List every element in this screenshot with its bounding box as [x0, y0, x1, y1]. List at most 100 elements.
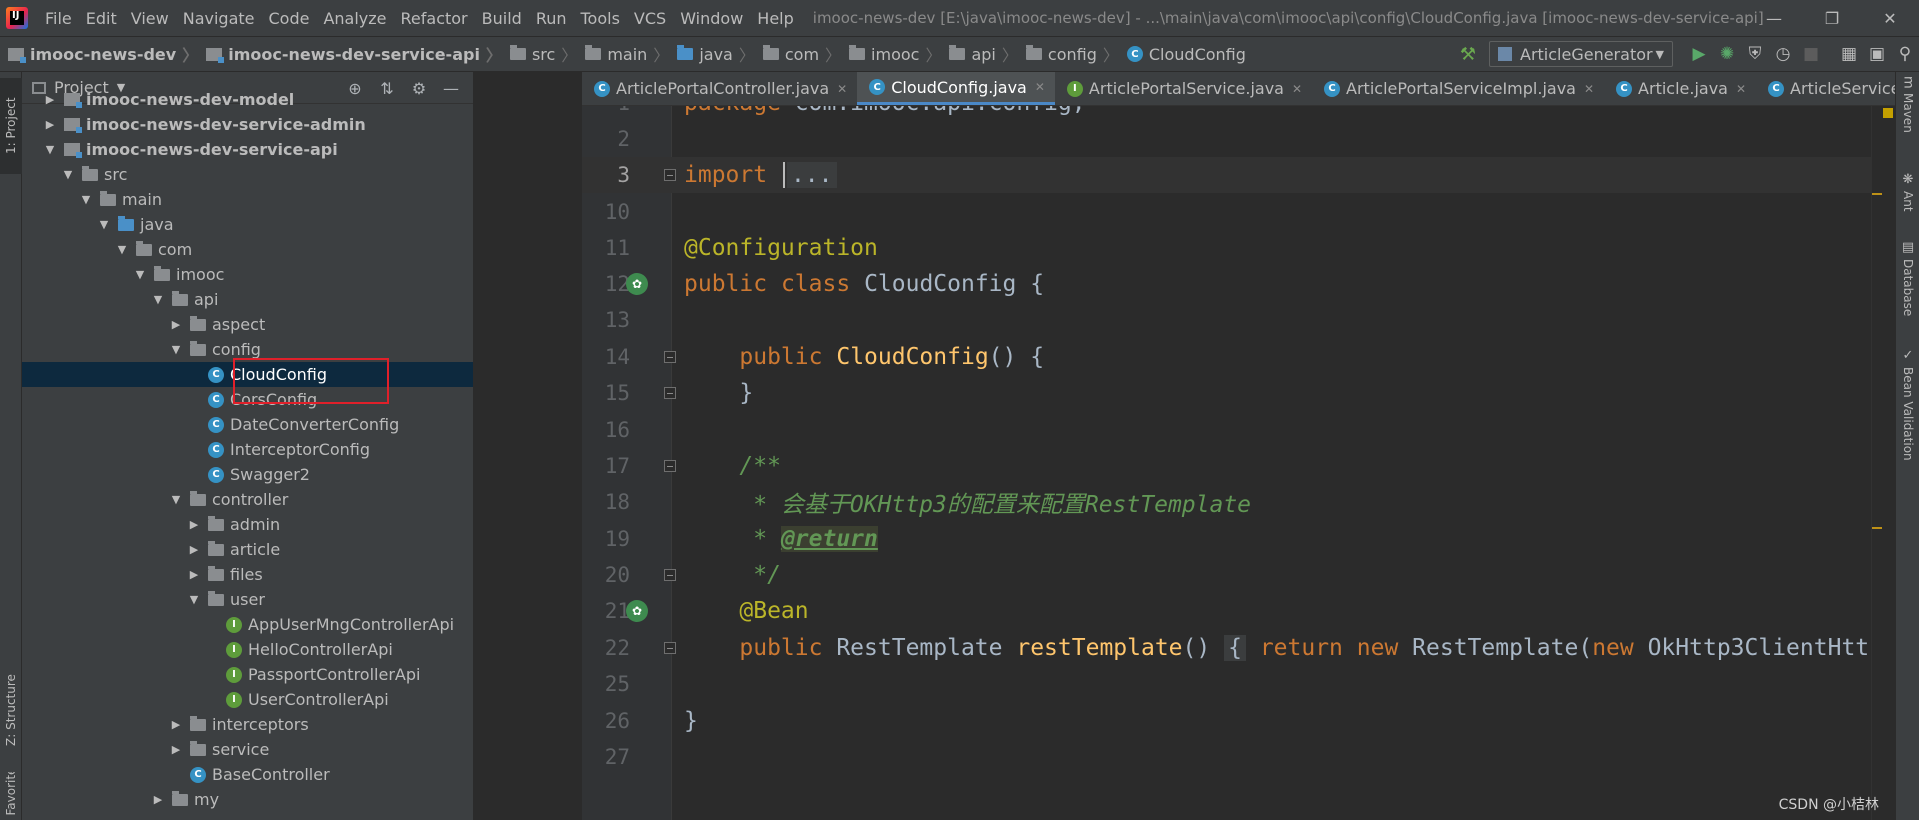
expanded-arrow-icon[interactable]: ▼	[78, 193, 94, 206]
tree-item[interactable]: ▶IUserControllerApi	[22, 687, 473, 712]
expanded-arrow-icon[interactable]: ▼	[42, 143, 58, 156]
warning-stripe[interactable]	[1872, 527, 1882, 529]
editor-tab[interactable]: C Article.java ✕	[1604, 72, 1756, 105]
tree-item[interactable]: ▶ imooc-news-dev-model	[22, 87, 473, 112]
tree-item[interactable]: ▶CSwagger2	[22, 462, 473, 487]
tree-item[interactable]: ▶CDateConverterConfig	[22, 412, 473, 437]
breadcrumb-item[interactable]: src 〉	[502, 42, 577, 66]
close-tab-icon[interactable]: ✕	[1292, 82, 1302, 96]
tree-item[interactable]: ▶CCorsConfig	[22, 387, 473, 412]
run-configuration-select[interactable]: ArticleGenerator ▼	[1489, 41, 1673, 67]
run-icon[interactable]: ▶	[1685, 40, 1713, 68]
spring-bean-icon[interactable]: ✿	[626, 600, 648, 622]
tree-item[interactable]: ▼ imooc-news-dev-service-api	[22, 137, 473, 162]
tree-item[interactable]: ▼ imooc	[22, 262, 473, 287]
tree-item[interactable]: ▶IHelloControllerApi	[22, 637, 473, 662]
close-tab-icon[interactable]: ✕	[1584, 82, 1594, 96]
editor-tab[interactable]: C ArticleServiceIm	[1756, 72, 1895, 105]
code-editor[interactable]: 1 package com.imooc.api.config; 2 3 impo…	[582, 106, 1883, 820]
minimize-icon[interactable]: —	[1745, 0, 1803, 36]
tool-tab-bean-validation[interactable]: ✓ Bean Validation	[1896, 348, 1919, 498]
tree-item[interactable]: ▶ files	[22, 562, 473, 587]
breadcrumb-item[interactable]: config 〉	[1018, 42, 1119, 66]
inspection-status-icon[interactable]	[1883, 108, 1893, 118]
tree-item[interactable]: ▼ src	[22, 162, 473, 187]
tree-item[interactable]: ▼ config	[22, 337, 473, 362]
collapsed-arrow-icon[interactable]: ▶	[150, 793, 166, 806]
tree-item[interactable]: ▶CInterceptorConfig	[22, 437, 473, 462]
tree-item[interactable]: ▶IPassportControllerApi	[22, 662, 473, 687]
tree-item[interactable]: ▶ admin	[22, 512, 473, 537]
tree-item[interactable]: ▶ service	[22, 737, 473, 762]
breadcrumb-item[interactable]: C CloudConfig	[1119, 45, 1246, 64]
expanded-arrow-icon[interactable]: ▼	[150, 293, 166, 306]
menu-item-code[interactable]: Code	[262, 9, 317, 28]
expanded-arrow-icon[interactable]: ▼	[114, 243, 130, 256]
menu-item-run[interactable]: Run	[529, 9, 574, 28]
expanded-arrow-icon[interactable]: ▼	[96, 218, 112, 231]
menu-item-navigate[interactable]: Navigate	[176, 9, 262, 28]
collapsed-arrow-icon[interactable]: ▶	[168, 318, 184, 331]
menu-item-build[interactable]: Build	[475, 9, 529, 28]
tool-tab-database[interactable]: ▤ Database	[1896, 240, 1919, 350]
tree-item[interactable]: ▶ my	[22, 787, 473, 812]
editor-tab[interactable]: C ArticlePortalServiceImpl.java ✕	[1312, 72, 1604, 105]
fold-toggle-icon[interactable]	[664, 642, 676, 654]
collapsed-arrow-icon[interactable]: ▶	[186, 518, 202, 531]
menu-item-edit[interactable]: Edit	[79, 9, 124, 28]
collapsed-arrow-icon[interactable]: ▶	[168, 743, 184, 756]
menu-item-window[interactable]: Window	[673, 9, 750, 28]
close-tab-icon[interactable]: ✕	[1736, 82, 1746, 96]
editor-tab[interactable]: I ArticlePortalService.java ✕	[1055, 72, 1312, 105]
expanded-arrow-icon[interactable]: ▼	[168, 343, 184, 356]
tool-tab-favorites[interactable]: 2: Favorites	[0, 772, 22, 820]
build-hammer-icon[interactable]: ⚒	[1457, 43, 1479, 65]
menu-item-help[interactable]: Help	[750, 9, 800, 28]
tool-tab-maven[interactable]: m Maven	[1896, 76, 1919, 156]
expanded-arrow-icon[interactable]: ▼	[168, 493, 184, 506]
tool-tab-project[interactable]: 1: Project	[0, 78, 22, 174]
breadcrumb-item[interactable]: com 〉	[755, 42, 841, 66]
breadcrumb-item[interactable]: imooc 〉	[841, 42, 941, 66]
editor-tab[interactable]: C CloudConfig.java ✕	[857, 72, 1055, 105]
tree-item[interactable]: ▶IAppUserMngControllerApi	[22, 612, 473, 637]
menu-item-analyze[interactable]: Analyze	[316, 9, 393, 28]
coverage-icon[interactable]: ⛨	[1741, 40, 1769, 68]
collapsed-arrow-icon[interactable]: ▶	[186, 543, 202, 556]
fold-toggle-icon[interactable]	[664, 569, 676, 581]
breadcrumb-item[interactable]: imooc-news-dev-service-api 〉	[198, 42, 502, 66]
collapsed-arrow-icon[interactable]: ▶	[42, 118, 58, 131]
menu-item-file[interactable]: File	[38, 9, 79, 28]
warning-stripe[interactable]	[1872, 193, 1882, 195]
expanded-arrow-icon[interactable]: ▼	[132, 268, 148, 281]
menu-item-refactor[interactable]: Refactor	[394, 9, 475, 28]
tree-item[interactable]: ▼ user	[22, 587, 473, 612]
breadcrumb-item[interactable]: java 〉	[669, 42, 755, 66]
tree-item[interactable]: ▼ controller	[22, 487, 473, 512]
close-tab-icon[interactable]: ✕	[1035, 80, 1045, 94]
tree-item[interactable]: ▶CBaseController	[22, 762, 473, 787]
search-icon[interactable]: ⚲	[1891, 40, 1919, 68]
fold-toggle-icon[interactable]	[664, 351, 676, 363]
debug-icon[interactable]: ✺	[1713, 40, 1741, 68]
menu-item-tools[interactable]: Tools	[574, 9, 627, 28]
breadcrumb-item[interactable]: imooc-news-dev 〉	[0, 42, 198, 66]
tree-item[interactable]: ▶CCloudConfig	[22, 362, 473, 387]
fold-toggle-icon[interactable]	[664, 460, 676, 472]
collapsed-arrow-icon[interactable]: ▶	[42, 93, 58, 106]
tree-item[interactable]: ▶ interceptors	[22, 712, 473, 737]
fold-toggle-icon[interactable]	[664, 387, 676, 399]
collapsed-arrow-icon[interactable]: ▶	[186, 568, 202, 581]
layout-icon[interactable]: ▣	[1863, 40, 1891, 68]
tree-item[interactable]: ▼ api	[22, 287, 473, 312]
expanded-arrow-icon[interactable]: ▼	[60, 168, 76, 181]
tree-item[interactable]: ▶ imooc-news-dev-service-admin	[22, 112, 473, 137]
tree-item[interactable]: ▼ main	[22, 187, 473, 212]
tool-tab-ant[interactable]: ❋ Ant	[1896, 172, 1919, 242]
project-structure-icon[interactable]: ▦	[1835, 40, 1863, 68]
profile-icon[interactable]: ◷	[1769, 40, 1797, 68]
stop-icon[interactable]: ■	[1797, 40, 1825, 68]
folded-imports[interactable]: ...	[786, 161, 837, 188]
tool-tab-structure[interactable]: Z: Structure	[0, 662, 22, 758]
tree-item[interactable]: ▶ article	[22, 537, 473, 562]
